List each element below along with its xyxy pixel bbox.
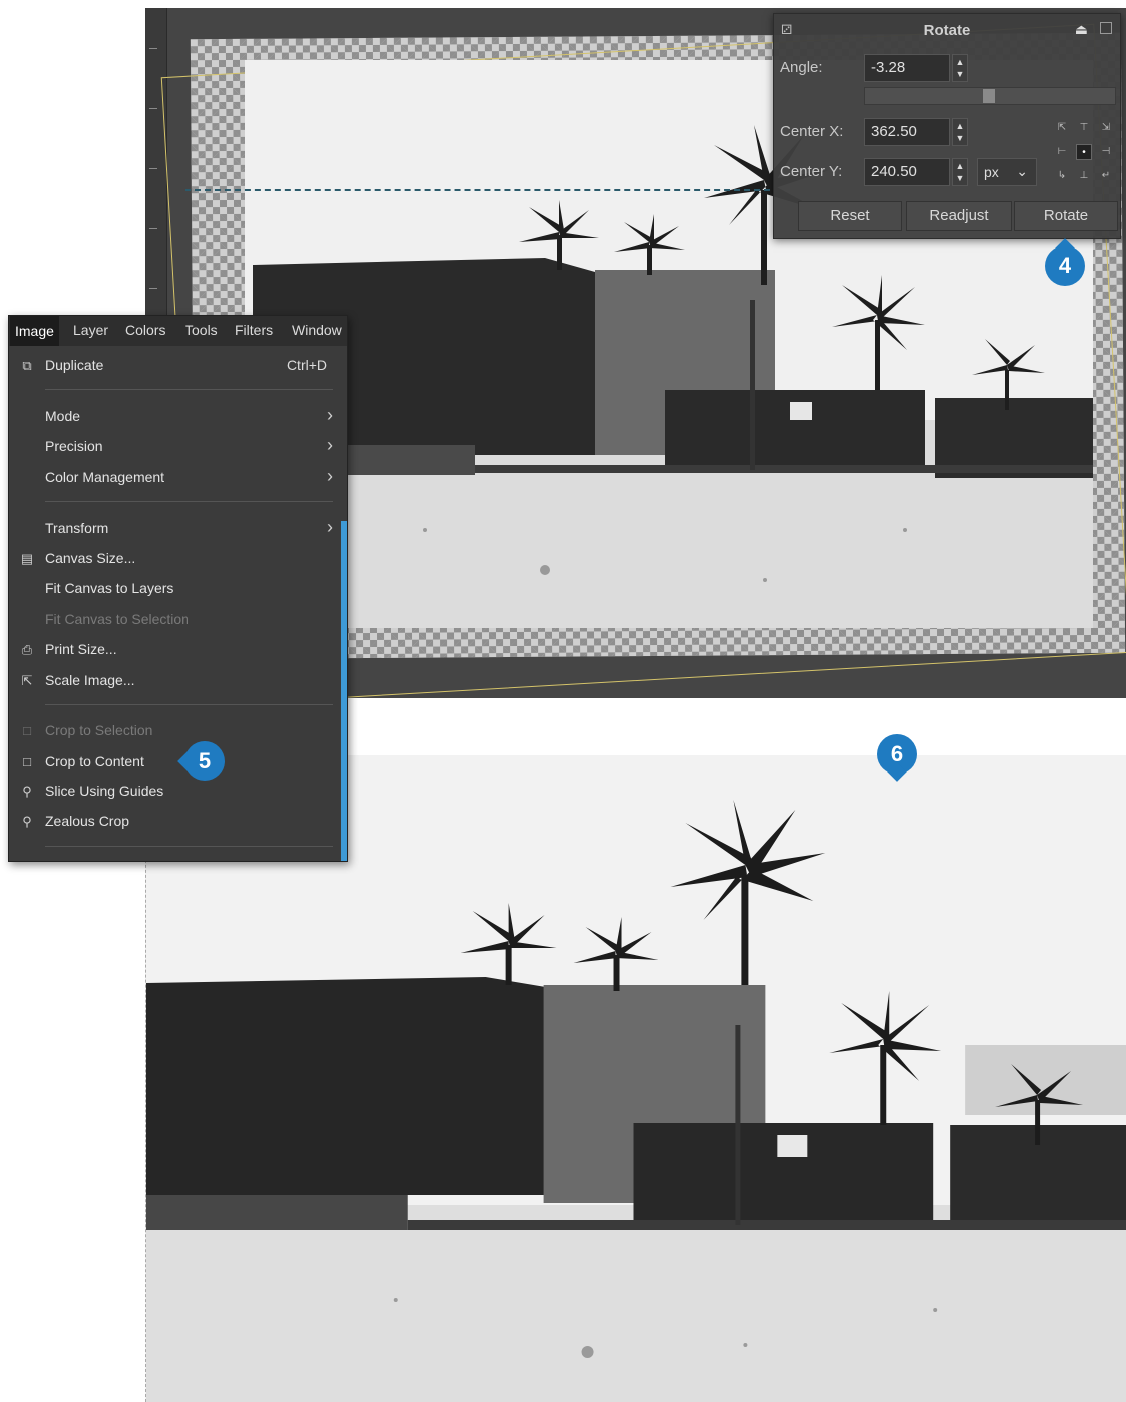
pivot-position-grid[interactable]: ⇱ ⊤ ⇲ ⊢ • ⊣ ↳ ⊥ ↵ <box>1054 120 1114 186</box>
printer-icon: ⎙ <box>21 642 33 657</box>
menu-item-zealous-crop[interactable]: ⚲ Zealous Crop <box>9 807 341 837</box>
crop-icon: □ <box>23 754 31 769</box>
menu-separator <box>45 501 333 502</box>
menu-item-precision[interactable]: Precision › <box>9 432 341 462</box>
rotate-dialog[interactable]: ⚂ Rotate ⏏ Angle: -3.28 ▲ ▼ Center X: 362… <box>773 13 1121 239</box>
menubar-colors[interactable]: Colors <box>125 322 165 338</box>
horizon-guide-line[interactable] <box>185 189 770 191</box>
menu-separator <box>45 389 333 390</box>
menu-item-color-management[interactable]: Color Management › <box>9 463 341 493</box>
menu-item-mode[interactable]: Mode › <box>9 402 341 432</box>
center-y-stepper[interactable]: ▲ ▼ <box>952 158 968 186</box>
angle-stepper[interactable]: ▲ ▼ <box>952 54 968 82</box>
angle-input[interactable]: -3.28 <box>864 54 950 82</box>
menubar: Image Layer Colors Tools Filters Window <box>9 316 347 346</box>
menu-item-slice-using-guides[interactable]: ⚲ Slice Using Guides <box>9 777 341 807</box>
step-marker-4: 4 <box>1045 246 1085 286</box>
menubar-filters[interactable]: Filters <box>235 322 273 338</box>
unit-value: px <box>984 164 999 180</box>
eject-icon[interactable]: ⏏ <box>1075 21 1088 38</box>
chevron-right-icon: › <box>327 466 333 486</box>
menubar-layer[interactable]: Layer <box>73 322 108 338</box>
crop-icon: □ <box>23 723 31 738</box>
menu-item-duplicate[interactable]: ⧉ Duplicate Ctrl+D <box>9 351 341 381</box>
unit-select[interactable]: px ⌄ <box>977 158 1037 186</box>
menu-item-crop-to-content[interactable]: □ Crop to Content <box>9 747 341 777</box>
step-marker-5: 5 <box>185 741 225 781</box>
menu-item-canvas-size[interactable]: ▤ Canvas Size... <box>9 544 341 574</box>
scale-image-icon: ⇱ <box>21 673 33 688</box>
menu-item-scale-image[interactable]: ⇱ Scale Image... <box>9 666 341 696</box>
zealous-crop-icon: ⚲ <box>22 814 32 829</box>
menu-separator <box>45 704 333 705</box>
center-y-input[interactable]: 240.50 <box>864 158 950 186</box>
image-menu[interactable]: Image Layer Colors Tools Filters Window … <box>8 315 348 862</box>
angle-slider[interactable] <box>864 87 1116 105</box>
menubar-window[interactable]: Window <box>292 322 342 338</box>
angle-slider-handle[interactable] <box>983 89 995 103</box>
chevron-right-icon: › <box>327 405 333 425</box>
menu-item-crop-to-selection: □ Crop to Selection <box>9 716 341 746</box>
reset-button[interactable]: Reset <box>798 201 902 231</box>
duplicate-icon: ⧉ <box>22 358 32 373</box>
angle-label: Angle: <box>780 59 823 76</box>
close-icon[interactable] <box>1100 22 1112 34</box>
duplicate-shortcut: Ctrl+D <box>286 357 327 373</box>
chevron-right-icon: › <box>327 517 333 537</box>
menubar-image[interactable]: Image <box>10 316 59 346</box>
menu-item-transform[interactable]: Transform › <box>9 514 341 544</box>
menu-scroll-highlight <box>341 521 347 861</box>
menu-item-print-size[interactable]: ⎙ Print Size... <box>9 635 341 665</box>
center-y-label: Center Y: <box>780 163 843 180</box>
menu-item-fit-canvas-to-layers[interactable]: Fit Canvas to Layers <box>9 574 341 604</box>
chevron-down-icon: ⌄ <box>1016 163 1028 179</box>
chevron-right-icon: › <box>327 435 333 455</box>
center-x-input[interactable]: 362.50 <box>864 118 950 146</box>
slice-icon: ⚲ <box>22 784 32 799</box>
canvas-size-icon: ▤ <box>20 551 34 566</box>
menubar-tools[interactable]: Tools <box>185 322 218 338</box>
center-x-label: Center X: <box>780 123 844 140</box>
menu-separator <box>45 846 333 847</box>
menu-item-fit-canvas-to-selection: Fit Canvas to Selection <box>45 611 189 627</box>
rotate-button[interactable]: Rotate <box>1014 201 1118 231</box>
center-x-stepper[interactable]: ▲ ▼ <box>952 118 968 146</box>
step-marker-6: 6 <box>877 734 917 774</box>
pivot-center-icon[interactable]: • <box>1076 144 1092 160</box>
rotate-dialog-title: Rotate <box>923 22 971 39</box>
readjust-button[interactable]: Readjust <box>906 201 1012 231</box>
